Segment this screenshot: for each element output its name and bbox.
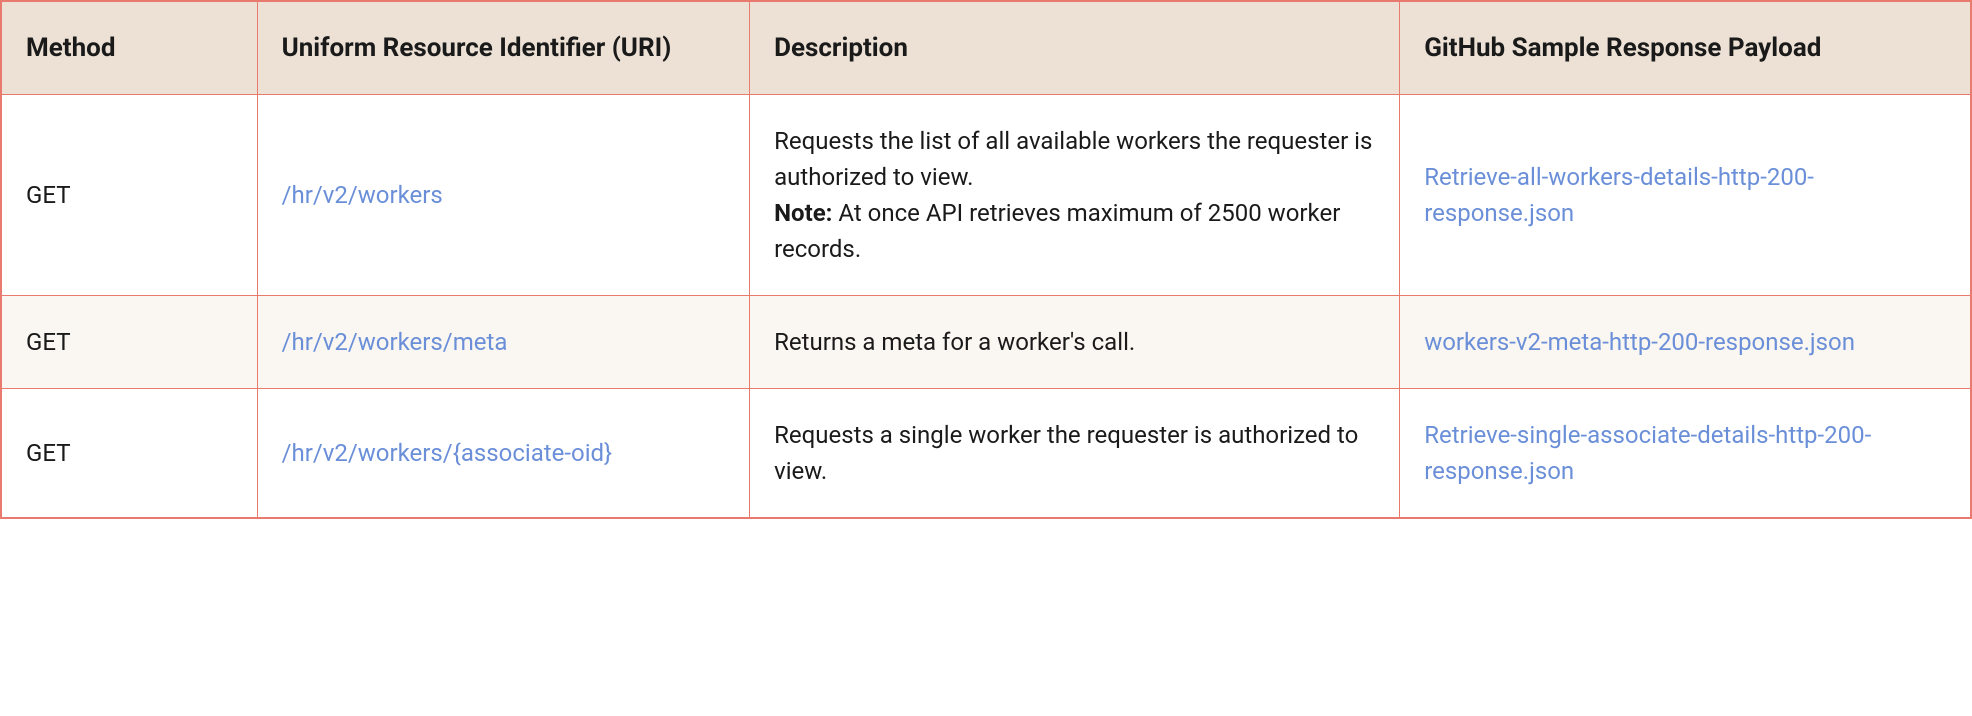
cell-method: GET <box>1 389 257 519</box>
uri-link[interactable]: /hr/v2/workers/{associate-oid} <box>282 439 613 467</box>
note-label: Note: <box>774 199 832 227</box>
cell-description: Requests a single worker the requester i… <box>750 389 1400 519</box>
cell-uri: /hr/v2/workers <box>257 95 750 296</box>
cell-payload: Retrieve-all-workers-details-http-200-re… <box>1400 95 1971 296</box>
cell-payload: Retrieve-single-associate-details-http-2… <box>1400 389 1971 519</box>
uri-link[interactable]: /hr/v2/workers/meta <box>282 328 508 356</box>
payload-link[interactable]: workers-v2-meta-http-200-response.json <box>1424 328 1855 356</box>
table-row: GET /hr/v2/workers/meta Returns a meta f… <box>1 296 1971 389</box>
cell-method: GET <box>1 95 257 296</box>
uri-link[interactable]: /hr/v2/workers <box>282 181 443 209</box>
header-method: Method <box>1 1 257 95</box>
description-text: Requests a single worker the requester i… <box>774 421 1358 485</box>
cell-method: GET <box>1 296 257 389</box>
cell-description: Returns a meta for a worker's call. <box>750 296 1400 389</box>
note-text: At once API retrieves maximum of 2500 wo… <box>774 199 1340 263</box>
table-header-row: Method Uniform Resource Identifier (URI)… <box>1 1 1971 95</box>
description-text: Returns a meta for a worker's call. <box>774 328 1135 356</box>
header-description: Description <box>750 1 1400 95</box>
payload-link[interactable]: Retrieve-all-workers-details-http-200-re… <box>1424 163 1814 227</box>
cell-payload: workers-v2-meta-http-200-response.json <box>1400 296 1971 389</box>
cell-uri: /hr/v2/workers/meta <box>257 296 750 389</box>
cell-description: Requests the list of all available worke… <box>750 95 1400 296</box>
description-text: Requests the list of all available worke… <box>774 127 1372 191</box>
payload-link[interactable]: Retrieve-single-associate-details-http-2… <box>1424 421 1871 485</box>
header-uri: Uniform Resource Identifier (URI) <box>257 1 750 95</box>
cell-uri: /hr/v2/workers/{associate-oid} <box>257 389 750 519</box>
table-row: GET /hr/v2/workers/{associate-oid} Reque… <box>1 389 1971 519</box>
api-endpoints-table: Method Uniform Resource Identifier (URI)… <box>0 0 1972 519</box>
table-row: GET /hr/v2/workers Requests the list of … <box>1 95 1971 296</box>
header-payload: GitHub Sample Response Payload <box>1400 1 1971 95</box>
